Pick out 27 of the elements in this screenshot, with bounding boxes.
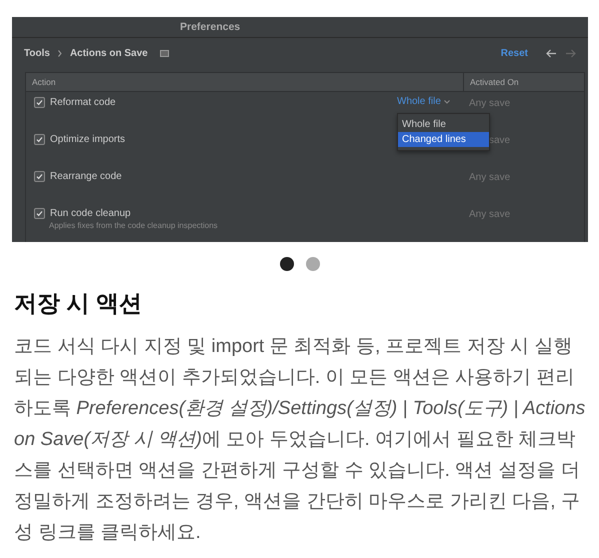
checkbox[interactable]: [34, 171, 45, 182]
back-arrow-icon[interactable]: [546, 49, 557, 58]
window-icon[interactable]: [160, 50, 169, 57]
menu-item[interactable]: Changed lines: [398, 132, 489, 147]
carousel-dot[interactable]: [280, 257, 294, 271]
section-heading: 저장 시 액션: [14, 289, 143, 318]
action-label: Optimize imports: [50, 134, 126, 145]
caret-icon: [444, 100, 450, 104]
breadcrumb-item[interactable]: Tools: [24, 48, 50, 59]
breadcrumb-item[interactable]: Actions on Save: [70, 48, 148, 59]
checkbox[interactable]: [34, 208, 45, 219]
activated-on-text: Any save: [468, 208, 512, 220]
action-description: Applies fixes from the code cleanup inspections: [49, 221, 219, 230]
checkbox[interactable]: [34, 97, 45, 108]
carousel-dot[interactable]: [306, 257, 320, 271]
activated-on-text: Any save: [468, 97, 512, 109]
column-header: Action: [31, 76, 57, 89]
action-label: Rearrange code: [50, 171, 122, 182]
window-title: Preferences: [180, 21, 240, 33]
column-header: Activated On: [463, 73, 584, 91]
activated-on-text: Any save: [468, 171, 512, 183]
checkbox[interactable]: [34, 134, 45, 145]
chevron-icon: [58, 50, 62, 57]
menu-item[interactable]: Whole file: [398, 117, 489, 132]
action-label: Run code cleanup: [50, 208, 131, 219]
action-label: Reformat code: [50, 97, 116, 108]
description-paragraph: 코드 서식 다시 지정 및 import 문 최적화 등, 프로젝트 저장 시 실행되는 다양한 액션이 추가되었습니다. 이 모든 액션은 사용하기 편리하도록 Preferences(환경 설정)/Settings(설정) | Tools(도구) | Actions on Save(저장 시 액션)에 모아 두었습니다. 여기에서 필요한 체크박스를 선택하면 액션을 간편하게 구성할 수 있습니다. 액션 설정을 더 정밀하게 조정하려는 경우, 액션을 간단히 마우스로 가리킨 다음, 구성 링크를 클릭하세요.: [14, 335, 586, 545]
